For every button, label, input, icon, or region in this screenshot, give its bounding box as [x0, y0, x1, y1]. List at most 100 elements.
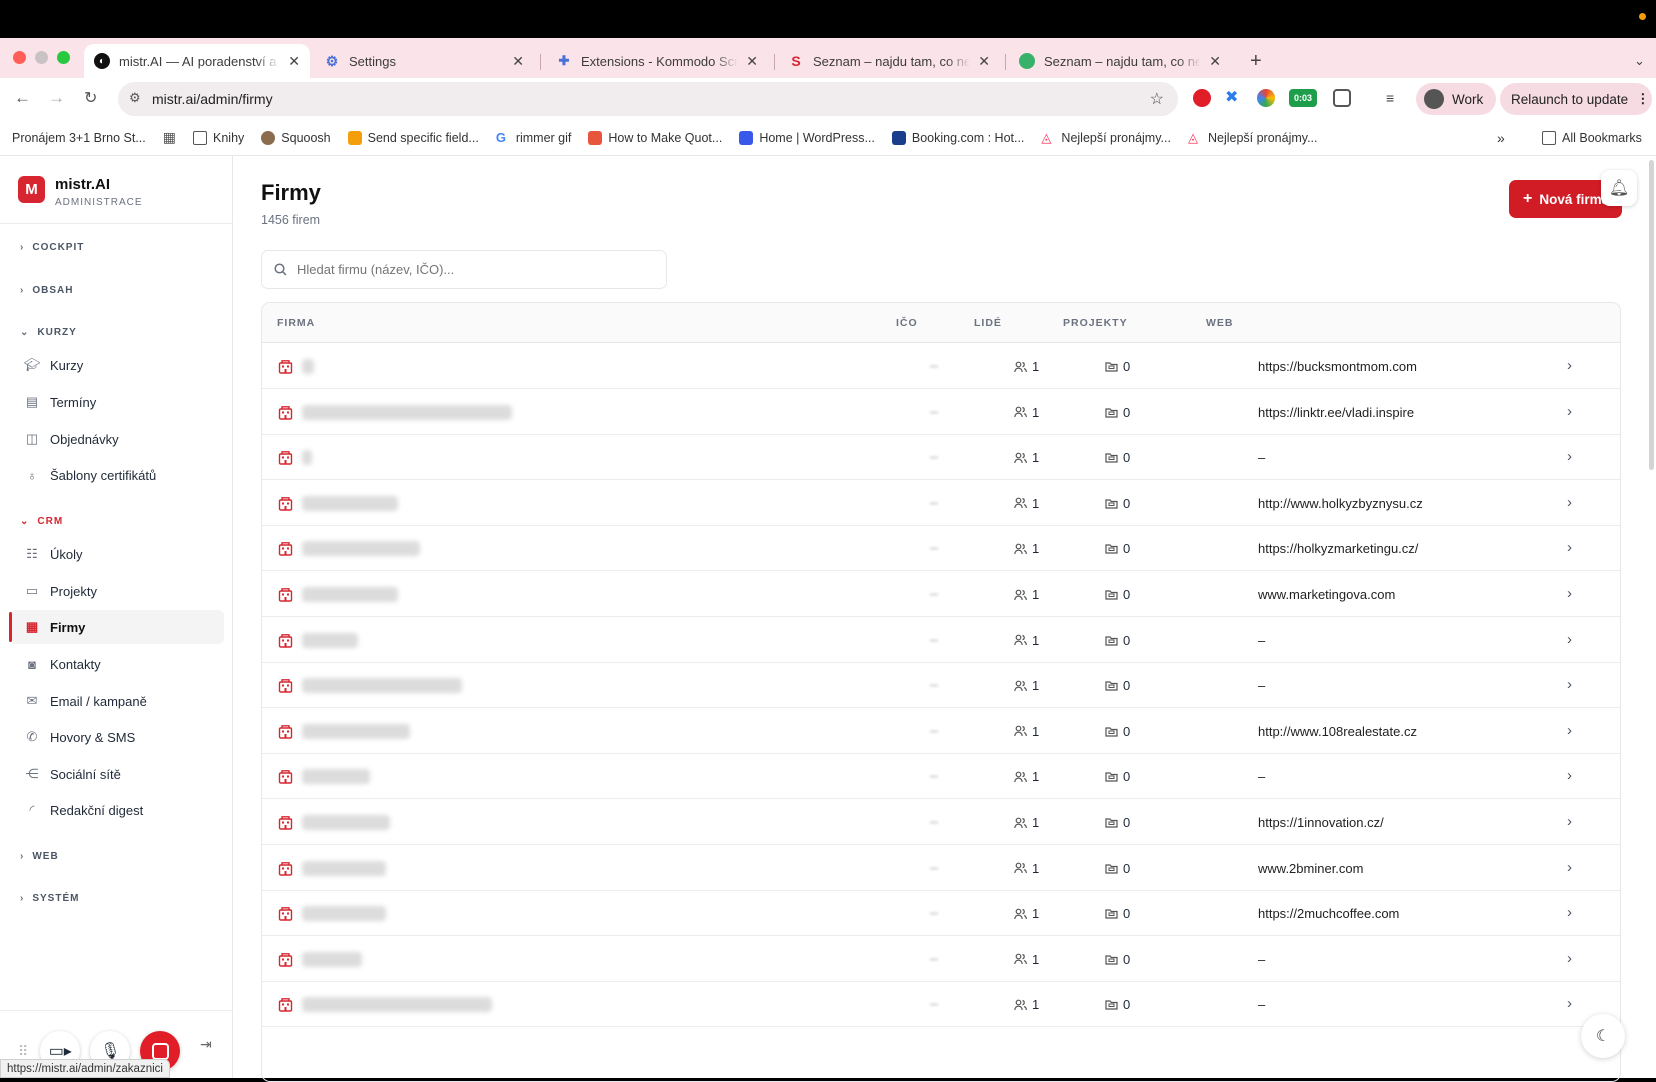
table-row[interactable]: 1 0 www.marketingova.com ›: [262, 571, 1620, 617]
sidebar-item-email-kampane[interactable]: ✉ Email / kampaně: [10, 684, 224, 718]
sidebar-item-projekty[interactable]: ▭ Projekty: [10, 574, 224, 608]
window-minimize-button[interactable]: [35, 51, 48, 64]
relaunch-button[interactable]: Relaunch to update ⋮: [1500, 83, 1652, 115]
section-cockpit[interactable]: › COCKPIT: [20, 242, 84, 253]
chevron-right-icon[interactable]: ›: [1567, 859, 1572, 876]
search-input[interactable]: [297, 262, 637, 277]
drag-handle-icon[interactable]: ⠿: [18, 1043, 28, 1060]
timer-extension-icon[interactable]: 0:03: [1289, 89, 1317, 107]
color-extension-icon[interactable]: ✖: [1225, 89, 1243, 107]
notifications-button[interactable]: 🔔︎: [1601, 170, 1637, 206]
extensions-puzzle-icon[interactable]: [1333, 89, 1351, 107]
chevron-right-icon[interactable]: ›: [1567, 539, 1572, 556]
chevron-right-icon[interactable]: ›: [1567, 950, 1572, 967]
close-icon[interactable]: ✕: [288, 53, 300, 70]
close-icon[interactable]: ✕: [746, 53, 758, 70]
bookmark-item[interactable]: ◬ Nejlepší pronájmy...: [1041, 130, 1171, 145]
section-web[interactable]: › WEB: [20, 851, 59, 862]
sidebar-item-objednavky[interactable]: ◫ Objednávky: [10, 422, 224, 456]
chevron-right-icon[interactable]: ›: [1567, 676, 1572, 693]
table-row[interactable]: 1 0 www.2bminer.com ›: [262, 845, 1620, 891]
column-header-firma[interactable]: FIRMA: [277, 317, 315, 329]
tab-seznam-2[interactable]: Seznam – najdu tam, co nezn ✕: [1009, 44, 1231, 78]
chevron-right-icon[interactable]: ›: [1567, 448, 1572, 465]
table-row[interactable]: 1 0 https://2muchcoffee.com ›: [262, 890, 1620, 937]
column-header-ico[interactable]: IČO: [896, 317, 918, 329]
table-row[interactable]: 1 0 https://linktr.ee/vladi.inspire ›: [262, 389, 1620, 435]
theme-toggle-button[interactable]: ☾: [1581, 1014, 1625, 1058]
tab-search-chevron-icon[interactable]: ⌄: [1624, 44, 1655, 78]
close-icon[interactable]: ✕: [1209, 53, 1221, 70]
chevron-right-icon[interactable]: ›: [1567, 357, 1572, 374]
back-arrow-icon[interactable]: ←: [14, 88, 31, 108]
bookmark-item[interactable]: Home | WordPress...: [739, 130, 875, 145]
section-obsah[interactable]: › OBSAH: [20, 285, 73, 296]
site-settings-icon[interactable]: ⚙: [129, 90, 141, 106]
close-icon[interactable]: ✕: [512, 53, 524, 70]
table-row[interactable]: 1 0 https://holkyzmarketingu.cz/ ›: [262, 525, 1620, 572]
section-crm[interactable]: ⌄ CRM: [20, 516, 63, 527]
all-bookmarks[interactable]: All Bookmarks: [1542, 130, 1642, 145]
table-row[interactable]: 1 0 – ›: [262, 617, 1620, 663]
scrollbar[interactable]: [1649, 160, 1654, 470]
sidebar-item-redakcni-digest[interactable]: ◜ Redakční digest: [10, 793, 224, 827]
apps-grid-icon[interactable]: ▦: [163, 129, 176, 146]
tab-seznam-1[interactable]: S Seznam – najdu tam, co nezn ✕: [778, 44, 1000, 78]
more-bookmarks-chevron-icon[interactable]: »: [1497, 130, 1505, 146]
bookmark-item[interactable]: ◬ Nejlepší pronájmy...: [1188, 130, 1318, 145]
chevron-right-icon[interactable]: ›: [1567, 995, 1572, 1012]
logout-icon[interactable]: ⇥: [200, 1036, 212, 1053]
sidebar-item-socialni-site[interactable]: ⋲ Sociální sítě: [10, 757, 224, 791]
table-row[interactable]: 1 0 https://1innovation.cz/ ›: [262, 799, 1620, 845]
table-row[interactable]: 1 0 – ›: [262, 662, 1620, 709]
table-row[interactable]: 1 0 – ›: [262, 753, 1620, 800]
chevron-right-icon[interactable]: ›: [1567, 813, 1572, 830]
column-header-projekty[interactable]: PROJEKTY: [1063, 317, 1128, 329]
sidebar-item-kurzy[interactable]: 🎓︎ Kurzy: [10, 348, 224, 382]
profile-button[interactable]: Work: [1416, 83, 1496, 115]
sidebar-item-hovory-sms[interactable]: ✆ Hovory & SMS: [10, 720, 224, 754]
sidebar-item-ukoly[interactable]: ☷ Úkoly: [10, 537, 224, 571]
column-header-lide[interactable]: LIDÉ: [974, 317, 1002, 329]
table-row[interactable]: 1 0 – ›: [262, 981, 1620, 1028]
chevron-right-icon[interactable]: ›: [1567, 722, 1572, 739]
table-row[interactable]: 1 0 https://bucksmontmom.com ›: [262, 343, 1620, 389]
sidebar-item-kontakty[interactable]: ◙ Kontakty: [10, 647, 224, 681]
tab-settings[interactable]: ⚙ Settings ✕: [314, 44, 534, 78]
new-tab-button[interactable]: +: [1240, 44, 1272, 78]
tab-mistr[interactable]: ◐ mistr.AI — AI poradenství a šk ✕: [84, 44, 310, 78]
adblock-extension-icon[interactable]: [1193, 89, 1211, 107]
section-system[interactable]: › SYSTÉM: [20, 893, 79, 904]
tab-extensions[interactable]: ✚ Extensions - Kommodo Scree ✕: [546, 44, 768, 78]
chevron-right-icon[interactable]: ›: [1567, 403, 1572, 420]
bookmark-item[interactable]: Send specific field...: [347, 130, 479, 145]
bookmark-item[interactable]: How to Make Quot...: [588, 130, 722, 145]
media-control-icon[interactable]: ≡: [1386, 89, 1404, 107]
section-kurzy[interactable]: ⌄ KURZY: [20, 327, 77, 338]
chrome-extension-icon[interactable]: [1257, 89, 1275, 107]
more-vert-icon[interactable]: ⋮: [1636, 91, 1650, 107]
bookmark-item[interactable]: Grimmer gif: [496, 130, 572, 145]
search-field[interactable]: [261, 250, 667, 289]
sidebar-item-sablony-certifikatu[interactable]: ♁ Šablony certifikátů: [10, 458, 224, 492]
table-row[interactable]: 1 0 – ›: [262, 936, 1620, 982]
window-close-button[interactable]: [13, 51, 26, 64]
bookmark-item[interactable]: Pronájem 3+1 Brno St...: [12, 131, 146, 145]
chevron-right-icon[interactable]: ›: [1567, 494, 1572, 511]
close-icon[interactable]: ✕: [978, 53, 990, 70]
chevron-right-icon[interactable]: ›: [1567, 585, 1572, 602]
bookmark-item[interactable]: Knihy: [193, 130, 244, 145]
sidebar-item-terminy[interactable]: ▤ Termíny: [10, 385, 224, 419]
sidebar-item-firmy[interactable]: ▦ Firmy: [9, 610, 224, 644]
table-row[interactable]: 1 0 – ›: [262, 434, 1620, 481]
reload-icon[interactable]: ↻: [84, 88, 97, 108]
table-row[interactable]: 1 0 http://www.holkyzbyznysu.cz ›: [262, 480, 1620, 526]
chevron-right-icon[interactable]: ›: [1567, 767, 1572, 784]
bookmark-item[interactable]: Squoosh: [261, 130, 331, 145]
forward-arrow-icon[interactable]: →: [48, 88, 65, 108]
address-bar[interactable]: ⚙ mistr.ai/admin/firmy ☆: [118, 82, 1178, 116]
chevron-right-icon[interactable]: ›: [1567, 904, 1572, 921]
window-maximize-button[interactable]: [57, 51, 70, 64]
bookmark-star-icon[interactable]: ☆: [1150, 89, 1164, 109]
bookmark-item[interactable]: Booking.com : Hot...: [891, 130, 1024, 145]
